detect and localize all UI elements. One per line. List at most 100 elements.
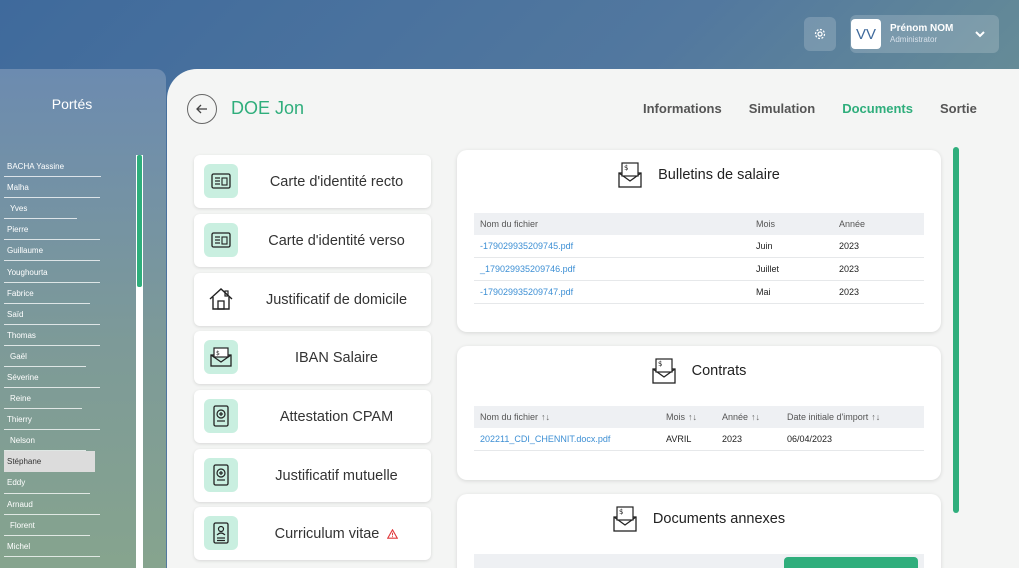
tab-informations[interactable]: Informations <box>643 101 722 116</box>
sidebar-item-selected[interactable]: Stéphane <box>4 451 95 473</box>
sidebar-item[interactable]: BACHA Yassine <box>4 156 104 178</box>
panel-title: Documents annexes <box>652 511 786 527</box>
svg-text:$: $ <box>619 508 623 516</box>
doc-card-iban[interactable]: $ IBAN Salaire <box>194 331 431 384</box>
sidebar-item[interactable]: Youghourta <box>4 261 104 283</box>
main-panel: DOE Jon Informations Simulation Document… <box>167 69 1019 568</box>
money-envelope-icon: $ <box>651 358 676 384</box>
column-header[interactable]: Année ↑↓ <box>716 412 781 422</box>
table-cell: 2023 <box>722 434 743 444</box>
sidebar-item[interactable]: Arnaud <box>4 494 104 515</box>
gear-icon <box>814 28 826 40</box>
table-row: _179029935209746.pdf Juillet 2023 <box>474 258 924 281</box>
sidebar-item[interactable]: Saïd <box>4 304 104 325</box>
doc-label: Curriculum vitae <box>242 526 431 542</box>
column-header[interactable]: Mois ↑↓ <box>660 412 716 422</box>
house-icon <box>204 282 238 316</box>
sidebar-item[interactable]: Reine <box>4 388 104 410</box>
portes-list: BACHA Yassine Malha Yves Pierre Guillaum… <box>4 156 104 557</box>
sidebar-item[interactable]: Fabrice <box>4 283 104 304</box>
chevron-down-icon <box>975 31 985 38</box>
sort-icon[interactable]: ↑↓ <box>688 412 697 422</box>
table-header: Nom du fichier ↑↓ Mois ↑↓ Année ↑↓ Date ini… <box>474 406 924 428</box>
medical-doc-icon <box>204 399 238 433</box>
sort-icon[interactable]: ↑↓ <box>541 412 550 422</box>
column-header-label: Mois <box>666 412 686 422</box>
doc-card-cpam[interactable]: Attestation CPAM <box>194 390 431 443</box>
sidebar-item[interactable]: Nelson <box>4 430 104 452</box>
column-header[interactable]: Date initiale d'import ↑↓ <box>781 412 924 422</box>
back-button[interactable] <box>187 94 217 124</box>
money-envelope-icon: $ <box>204 340 238 374</box>
sidebar-item[interactable]: Eddy <box>4 472 104 494</box>
doc-label: Justificatif mutuelle <box>275 467 398 484</box>
tab-documents[interactable]: Documents <box>842 101 913 116</box>
id-card-icon <box>204 164 238 198</box>
user-menu[interactable]: VV Prénom NOM Administrator <box>850 15 999 53</box>
table-cell: Mai <box>756 287 771 297</box>
sidebar-item[interactable]: Thomas <box>4 325 104 346</box>
column-header-label: Nom du fichier <box>480 412 539 422</box>
doc-card-cv[interactable]: Curriculum vitae <box>194 507 431 560</box>
sidebar-item[interactable]: Florent <box>4 515 104 536</box>
file-link[interactable]: -179029935209747.pdf <box>474 287 750 297</box>
doc-label-text: Curriculum vitae <box>274 525 380 542</box>
doc-label: IBAN Salaire <box>294 349 378 366</box>
tabs: Informations Simulation Documents Sortie <box>643 101 977 116</box>
table-row: 202211_CDI_CHENNIT.docx.pdf AVRIL 2023 0… <box>474 428 924 451</box>
panel-bulletins: $ Bulletins de salaire Nom du fichier Mo… <box>457 150 941 332</box>
svg-text:$: $ <box>216 350 220 357</box>
file-link[interactable]: _179029935209746.pdf <box>474 264 750 274</box>
doc-label: Justificatif de domicile <box>265 291 408 308</box>
sort-icon[interactable]: ↑↓ <box>871 412 880 422</box>
column-header[interactable]: Année <box>833 219 924 229</box>
settings-button[interactable] <box>804 17 836 51</box>
sidebar-item[interactable]: Guillaume <box>4 240 104 262</box>
svg-text:$: $ <box>658 360 662 368</box>
avatar: VV <box>851 19 881 49</box>
panel-title: Contrats <box>691 363 747 379</box>
column-header-label: Année <box>722 412 749 422</box>
page-title: DOE Jon <box>231 98 305 118</box>
doc-card-domicile[interactable]: Justificatif de domicile <box>194 273 431 326</box>
sidebar-item[interactable]: Pierre <box>4 219 104 241</box>
sort-icon[interactable]: ↑↓ <box>751 412 760 422</box>
money-envelope-icon: $ <box>618 162 642 188</box>
cv-icon <box>204 516 238 550</box>
tab-simulation[interactable]: Simulation <box>749 101 815 116</box>
panel-annexes: $ Documents annexes <box>457 494 941 568</box>
doc-card-id-recto[interactable]: Carte d'identité recto <box>194 155 431 208</box>
tab-sortie[interactable]: Sortie <box>940 101 977 116</box>
file-link[interactable]: 202211_CDI_CHENNIT.docx.pdf <box>474 434 660 444</box>
table-cell: Juin <box>756 241 773 251</box>
sidebar-item[interactable]: Yves <box>4 198 104 220</box>
sidebar-scrollbar-thumb[interactable] <box>137 155 142 287</box>
doc-label: Carte d'identité recto <box>269 173 404 190</box>
doc-card-id-verso[interactable]: Carte d'identité verso <box>194 214 431 267</box>
doc-card-mutuelle[interactable]: Justificatif mutuelle <box>194 449 431 502</box>
column-header[interactable]: Mois <box>750 219 833 229</box>
user-role: Administrator <box>890 35 938 44</box>
column-header[interactable]: Nom du fichier ↑↓ <box>474 412 660 422</box>
column-header[interactable]: Nom du fichier <box>474 219 750 229</box>
medical-doc-icon <box>204 458 238 492</box>
table-header: Nom du fichier Mois Année <box>474 213 924 235</box>
panel-contrats: $ Contrats Nom du fichier ↑↓ Mois ↑↓ Année… <box>457 346 941 480</box>
table-row: -179029935209747.pdf Mai 2023 <box>474 281 924 304</box>
svg-text:$: $ <box>624 164 628 172</box>
arrow-left-icon <box>196 104 207 114</box>
doc-label: Attestation CPAM <box>279 408 394 425</box>
bulletins-table: Nom du fichier Mois Année -1790299352097… <box>474 213 924 304</box>
sidebar-item[interactable]: Malha <box>4 177 104 199</box>
sidebar-item[interactable]: Michel <box>4 536 104 557</box>
table-cell: 2023 <box>839 264 860 274</box>
sidebar-item[interactable]: Thierry <box>4 409 104 431</box>
file-link[interactable]: -179029935209745.pdf <box>474 241 750 251</box>
add-document-button[interactable] <box>784 557 918 568</box>
table-row: -179029935209745.pdf Juin 2023 <box>474 235 924 258</box>
main-scrollbar-thumb[interactable] <box>953 147 959 513</box>
sidebar-item[interactable]: Gaël <box>4 346 104 368</box>
table-cell: 06/04/2023 <box>787 434 833 444</box>
sidebar-item[interactable]: Séverine <box>4 367 104 389</box>
id-card-icon <box>204 223 238 257</box>
